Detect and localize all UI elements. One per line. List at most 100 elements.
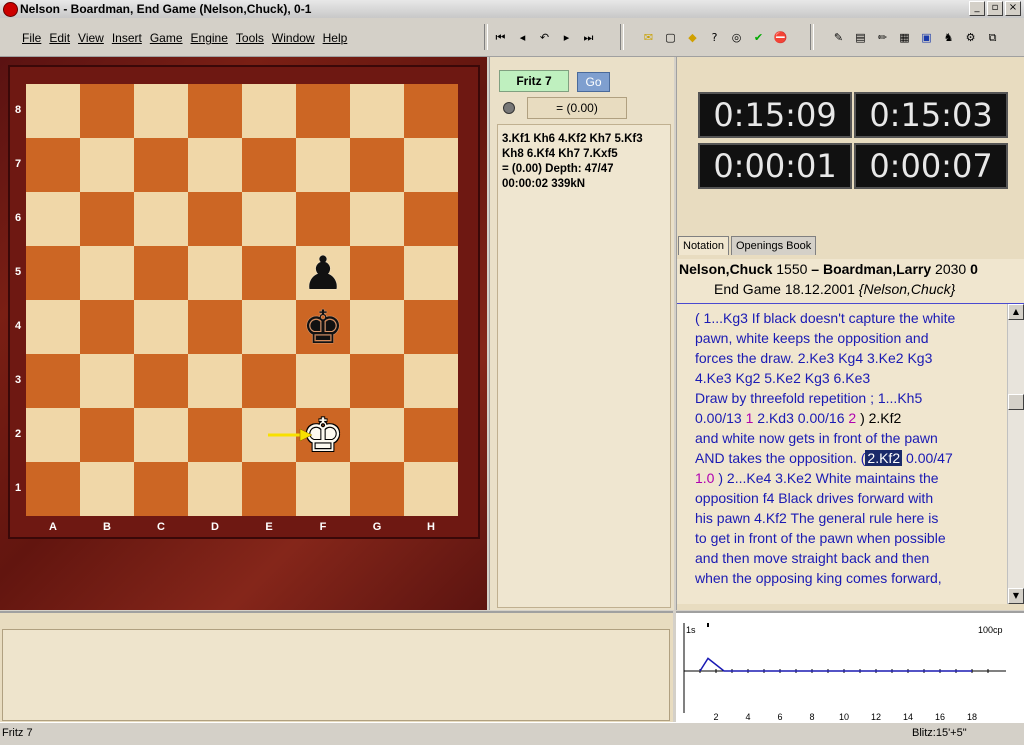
edit-icon[interactable]: ✎ xyxy=(830,29,847,46)
grid-icon[interactable]: ▦ xyxy=(896,29,913,46)
hint-icon[interactable]: ◆ xyxy=(684,29,701,46)
square-b5[interactable] xyxy=(80,246,134,300)
notation-segment[interactable]: forces the draw. 2.Ke3 Kg4 3.Ke2 Kg3 xyxy=(695,350,932,366)
close-button[interactable]: × xyxy=(1005,1,1021,16)
help-icon[interactable]: ? xyxy=(706,29,723,46)
square-h4[interactable] xyxy=(404,300,458,354)
notation-segment[interactable]: Draw by threefold repetition ; 1...Kh5 xyxy=(695,390,922,406)
notation-segment[interactable]: ( 1...Kg3 If black doesn't capture the w… xyxy=(695,310,955,326)
menu-engine[interactable]: Engine xyxy=(191,31,228,45)
square-a2[interactable] xyxy=(26,408,80,462)
square-a1[interactable] xyxy=(26,462,80,516)
square-d5[interactable] xyxy=(188,246,242,300)
maximize-button[interactable]: ▫ xyxy=(987,1,1003,16)
square-e7[interactable] xyxy=(242,138,296,192)
window-icon[interactable]: ▢ xyxy=(662,29,679,46)
chessboard[interactable] xyxy=(26,84,458,516)
square-f7[interactable] xyxy=(296,138,350,192)
menu-file[interactable]: File xyxy=(22,31,41,45)
analyze-icon[interactable]: ◎ xyxy=(728,29,745,46)
square-e1[interactable] xyxy=(242,462,296,516)
next-move-icon[interactable]: ▸ xyxy=(558,29,575,46)
tab-notation[interactable]: Notation xyxy=(678,236,729,255)
square-g7[interactable] xyxy=(350,138,404,192)
square-b4[interactable] xyxy=(80,300,134,354)
pen-icon[interactable]: ✏ xyxy=(874,29,891,46)
go-button[interactable]: Go xyxy=(577,72,610,92)
tab-openings-book[interactable]: Openings Book xyxy=(730,236,817,255)
square-g5[interactable] xyxy=(350,246,404,300)
square-c1[interactable] xyxy=(134,462,188,516)
square-a3[interactable] xyxy=(26,354,80,408)
square-a8[interactable] xyxy=(26,84,80,138)
square-b1[interactable] xyxy=(80,462,134,516)
notation-segment[interactable]: 1.0 xyxy=(695,470,714,486)
notation-segment[interactable]: 2.Kd3 0.00/16 xyxy=(757,410,844,426)
notation-segment[interactable]: opposition f4 Black drives forward with xyxy=(695,490,933,506)
engine-status-icon[interactable] xyxy=(503,102,515,114)
accept-icon[interactable]: ✔ xyxy=(750,29,767,46)
notation-segment[interactable]: ) 2.Kf2 xyxy=(860,410,901,426)
square-h6[interactable] xyxy=(404,192,458,246)
notation-segment[interactable]: his pawn 4.Kf2 The general rule here is xyxy=(695,510,938,526)
square-e3[interactable] xyxy=(242,354,296,408)
notation-segment[interactable]: 4.Ke3 Kg2 5.Ke2 Kg3 6.Ke3 xyxy=(695,370,870,386)
square-d2[interactable] xyxy=(188,408,242,462)
square-f6[interactable] xyxy=(296,192,350,246)
notation-segment[interactable]: 2 xyxy=(844,410,860,426)
square-g3[interactable] xyxy=(350,354,404,408)
table-icon[interactable]: ▤ xyxy=(852,29,869,46)
board-icon[interactable]: ▣ xyxy=(918,29,935,46)
menu-view[interactable]: View xyxy=(78,31,104,45)
engine-name[interactable]: Fritz 7 xyxy=(499,70,569,92)
square-e6[interactable] xyxy=(242,192,296,246)
square-c3[interactable] xyxy=(134,354,188,408)
notation-scrollbar[interactable] xyxy=(1007,304,1024,604)
notation-segment[interactable]: 0.00/13 xyxy=(695,410,742,426)
square-b7[interactable] xyxy=(80,138,134,192)
square-e4[interactable] xyxy=(242,300,296,354)
minimize-button[interactable]: _ xyxy=(969,1,985,16)
square-c6[interactable] xyxy=(134,192,188,246)
square-f8[interactable] xyxy=(296,84,350,138)
notation-segment[interactable]: when the opposing king comes forward, xyxy=(695,570,942,586)
layout-icon[interactable]: ⧉ xyxy=(984,29,1001,46)
square-h2[interactable] xyxy=(404,408,458,462)
scroll-down-icon[interactable]: ▼ xyxy=(1008,588,1024,604)
square-a7[interactable] xyxy=(26,138,80,192)
square-h1[interactable] xyxy=(404,462,458,516)
notation-segment[interactable]: 0.00/47 xyxy=(902,450,953,466)
notation-segment[interactable]: to get in front of the pawn when possibl… xyxy=(695,530,946,546)
notation-segment[interactable]: 1 xyxy=(742,410,758,426)
first-move-icon[interactable]: ⏮ xyxy=(492,29,509,46)
undo-icon[interactable]: ↶ xyxy=(536,29,553,46)
black-king[interactable]: ♚ xyxy=(296,300,350,354)
notation-segment[interactable]: AND takes the opposition. ( xyxy=(695,450,865,466)
square-c5[interactable] xyxy=(134,246,188,300)
square-e5[interactable] xyxy=(242,246,296,300)
square-b8[interactable] xyxy=(80,84,134,138)
square-d1[interactable] xyxy=(188,462,242,516)
prev-move-icon[interactable]: ◂ xyxy=(514,29,531,46)
square-b3[interactable] xyxy=(80,354,134,408)
square-g2[interactable] xyxy=(350,408,404,462)
menu-insert[interactable]: Insert xyxy=(112,31,142,45)
square-c4[interactable] xyxy=(134,300,188,354)
square-h5[interactable] xyxy=(404,246,458,300)
square-a4[interactable] xyxy=(26,300,80,354)
square-d3[interactable] xyxy=(188,354,242,408)
scroll-thumb[interactable] xyxy=(1008,394,1024,410)
square-d7[interactable] xyxy=(188,138,242,192)
square-a5[interactable] xyxy=(26,246,80,300)
notation-text[interactable]: ( 1...Kg3 If black doesn't capture the w… xyxy=(677,304,1007,604)
square-d8[interactable] xyxy=(188,84,242,138)
square-a6[interactable] xyxy=(26,192,80,246)
square-b2[interactable] xyxy=(80,408,134,462)
last-move-icon[interactable]: ⏭ xyxy=(580,29,597,46)
square-g1[interactable] xyxy=(350,462,404,516)
notation-segment[interactable]: pawn, white keeps the opposition and xyxy=(695,330,929,346)
square-d6[interactable] xyxy=(188,192,242,246)
square-g8[interactable] xyxy=(350,84,404,138)
menu-game[interactable]: Game xyxy=(150,31,183,45)
envelope-icon[interactable]: ✉ xyxy=(640,29,657,46)
